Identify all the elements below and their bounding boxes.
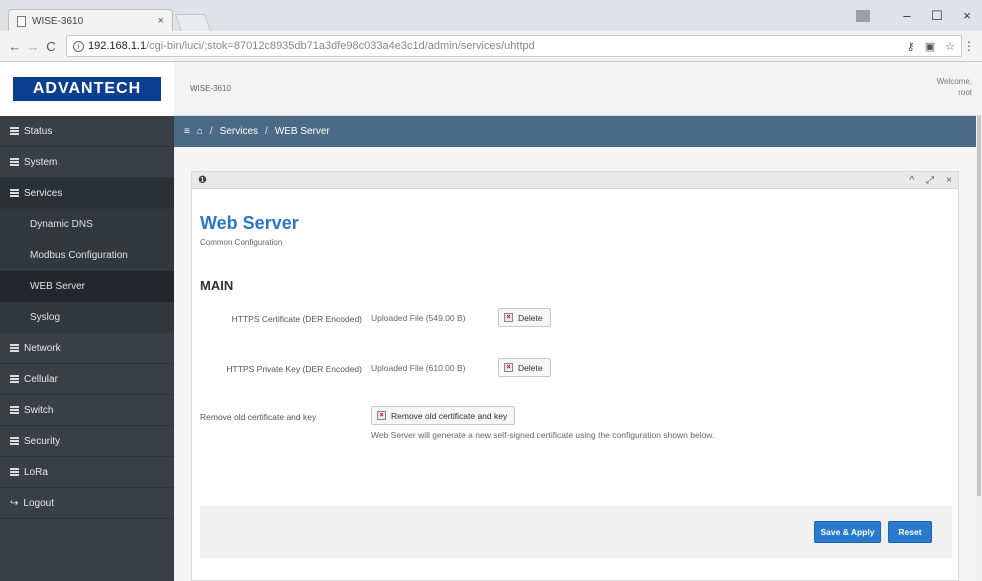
key-delete-button[interactable]: × Delete xyxy=(498,358,551,377)
list-icon xyxy=(10,406,19,414)
browser-tab[interactable]: WISE-3610 × xyxy=(8,9,173,32)
cert-file-value: Uploaded File (549.00 B) xyxy=(371,313,466,323)
url-path: /cgi-bin/luci/;stok=87012c8935db71a3dfe9… xyxy=(146,40,535,52)
list-icon xyxy=(10,189,19,197)
tab-title: WISE-3610 xyxy=(32,15,84,27)
close-panel-icon[interactable]: × xyxy=(946,175,952,186)
logo[interactable]: ADVANTECH xyxy=(0,62,174,116)
logout-icon: ↪ xyxy=(10,497,19,509)
sidebar-item-label: Services xyxy=(24,187,63,199)
url-input[interactable]: i 192.168.1.1 /cgi-bin/luci/;stok=87012c… xyxy=(66,35,962,57)
sidebar-item-label: Switch xyxy=(24,404,54,416)
sidebar: Status System Services Dynamic DNS Modbu… xyxy=(0,116,174,581)
list-icon xyxy=(10,437,19,445)
breadcrumb-separator: / xyxy=(265,126,268,137)
address-bar: ← → C i 192.168.1.1 /cgi-bin/luci/;stok=… xyxy=(0,31,982,62)
key-file-value: Uploaded File (610.00 B) xyxy=(371,363,466,373)
window-controls: – ☐ × xyxy=(856,0,982,31)
minimize-button[interactable]: – xyxy=(892,8,922,23)
key-label: HTTPS Private Key (DER Encoded) xyxy=(226,364,362,374)
remove-cert-button-label: Remove old certificate and key xyxy=(391,410,508,421)
list-icon xyxy=(10,375,19,383)
delete-icon: × xyxy=(504,313,513,322)
sidebar-item-cellular[interactable]: Cellular xyxy=(0,364,174,395)
username: root xyxy=(958,88,972,97)
delete-icon: × xyxy=(377,411,386,420)
browser-tabstrip: WISE-3610 × – ☐ × xyxy=(0,0,982,32)
sidebar-item-label: Status xyxy=(24,125,53,137)
welcome-label: Welcome, xyxy=(936,77,972,86)
sidebar-item-security[interactable]: Security xyxy=(0,426,174,457)
form-actions: Save & Apply Reset xyxy=(200,506,952,558)
sidebar-item-label: Logout xyxy=(23,497,54,509)
breadcrumb-current: WEB Server xyxy=(274,126,330,137)
cert-label: HTTPS Certificate (DER Encoded) xyxy=(231,314,362,324)
sidebar-item-label: Security xyxy=(24,435,61,447)
sidebar-subitem-web-server[interactable]: WEB Server xyxy=(0,271,174,302)
collapse-icon[interactable]: ^ xyxy=(909,175,914,186)
section-title: MAIN xyxy=(200,278,234,293)
browser-menu-icon[interactable]: ⋮ xyxy=(962,39,976,53)
list-icon xyxy=(10,127,19,135)
user-profile-icon[interactable] xyxy=(856,9,870,22)
info-icon[interactable]: ❶ xyxy=(198,175,207,186)
advantech-logo: ADVANTECH xyxy=(13,77,161,101)
cert-delete-button[interactable]: × Delete xyxy=(498,308,551,327)
back-arrow-icon[interactable]: ← xyxy=(6,39,24,54)
sidebar-item-logout[interactable]: ↪ Logout xyxy=(0,488,174,519)
main-content: ❶ ^ ⤢ × Web Server Common Configuration … xyxy=(174,147,982,581)
panel-header: ❶ ^ ⤢ × xyxy=(192,172,958,189)
page-title: Web Server xyxy=(200,213,299,233)
sidebar-item-label: LoRa xyxy=(24,466,48,478)
device-name: WISE-3610 xyxy=(190,84,231,93)
breadcrumb-services[interactable]: Services xyxy=(220,126,258,137)
sidebar-item-services[interactable]: Services xyxy=(0,178,174,209)
sidebar-item-lora[interactable]: LoRa xyxy=(0,457,174,488)
url-host: 192.168.1.1 xyxy=(88,40,147,52)
new-tab-button[interactable] xyxy=(174,14,212,31)
list-icon xyxy=(10,158,19,166)
sidebar-subitem-dynamic-dns[interactable]: Dynamic DNS xyxy=(0,209,174,240)
list-icon xyxy=(10,344,19,352)
sidebar-subitem-syslog[interactable]: Syslog xyxy=(0,302,174,333)
delete-icon: × xyxy=(504,363,513,372)
remove-cert-label: Remove old certificate and key xyxy=(200,412,317,422)
breadcrumb-separator: / xyxy=(209,126,213,137)
maximize-button[interactable]: ☐ xyxy=(922,8,952,24)
expand-icon[interactable]: ⤢ xyxy=(926,175,934,186)
extension-icon[interactable]: ▣ xyxy=(925,40,935,53)
app-header: ADVANTECH WISE-3610 Welcome, root xyxy=(0,62,982,116)
sidebar-item-status[interactable]: Status xyxy=(0,116,174,147)
remove-cert-button[interactable]: × Remove old certificate and key xyxy=(371,406,516,425)
key-icon[interactable]: ⚷ xyxy=(907,40,915,53)
sidebar-subitem-modbus[interactable]: Modbus Configuration xyxy=(0,240,174,271)
save-apply-button[interactable]: Save & Apply xyxy=(814,521,881,543)
bookmark-star-icon[interactable]: ☆ xyxy=(945,40,955,53)
menu-toggle-icon[interactable]: ≡ xyxy=(184,126,190,137)
remove-cert-help: Web Server will generate a new self-sign… xyxy=(371,430,715,440)
welcome-text: Welcome, root xyxy=(937,76,972,98)
sidebar-item-label: System xyxy=(24,156,58,168)
page-subtitle: Common Configuration xyxy=(200,238,283,247)
delete-label: Delete xyxy=(518,362,543,373)
close-window-button[interactable]: × xyxy=(952,8,982,23)
page-scrollbar[interactable] xyxy=(976,116,982,581)
home-icon[interactable]: ⌂ xyxy=(197,126,203,137)
scrollbar-thumb[interactable] xyxy=(977,116,981,496)
forward-arrow-icon[interactable]: → xyxy=(24,39,42,54)
sidebar-item-label: Cellular xyxy=(24,373,58,385)
page-icon xyxy=(17,15,26,27)
web-server-panel: ❶ ^ ⤢ × Web Server Common Configuration … xyxy=(191,171,959,581)
site-info-icon[interactable]: i xyxy=(73,40,84,52)
sidebar-item-network[interactable]: Network xyxy=(0,333,174,364)
sidebar-item-label: Network xyxy=(24,342,61,354)
breadcrumb: ≡ ⌂ / Services / WEB Server xyxy=(174,116,982,147)
reload-icon[interactable]: C xyxy=(42,39,60,54)
tab-close-icon[interactable]: × xyxy=(158,15,164,27)
list-icon xyxy=(10,468,19,476)
sidebar-item-system[interactable]: System xyxy=(0,147,174,178)
reset-button[interactable]: Reset xyxy=(888,521,932,543)
delete-label: Delete xyxy=(518,312,543,323)
sidebar-item-switch[interactable]: Switch xyxy=(0,395,174,426)
